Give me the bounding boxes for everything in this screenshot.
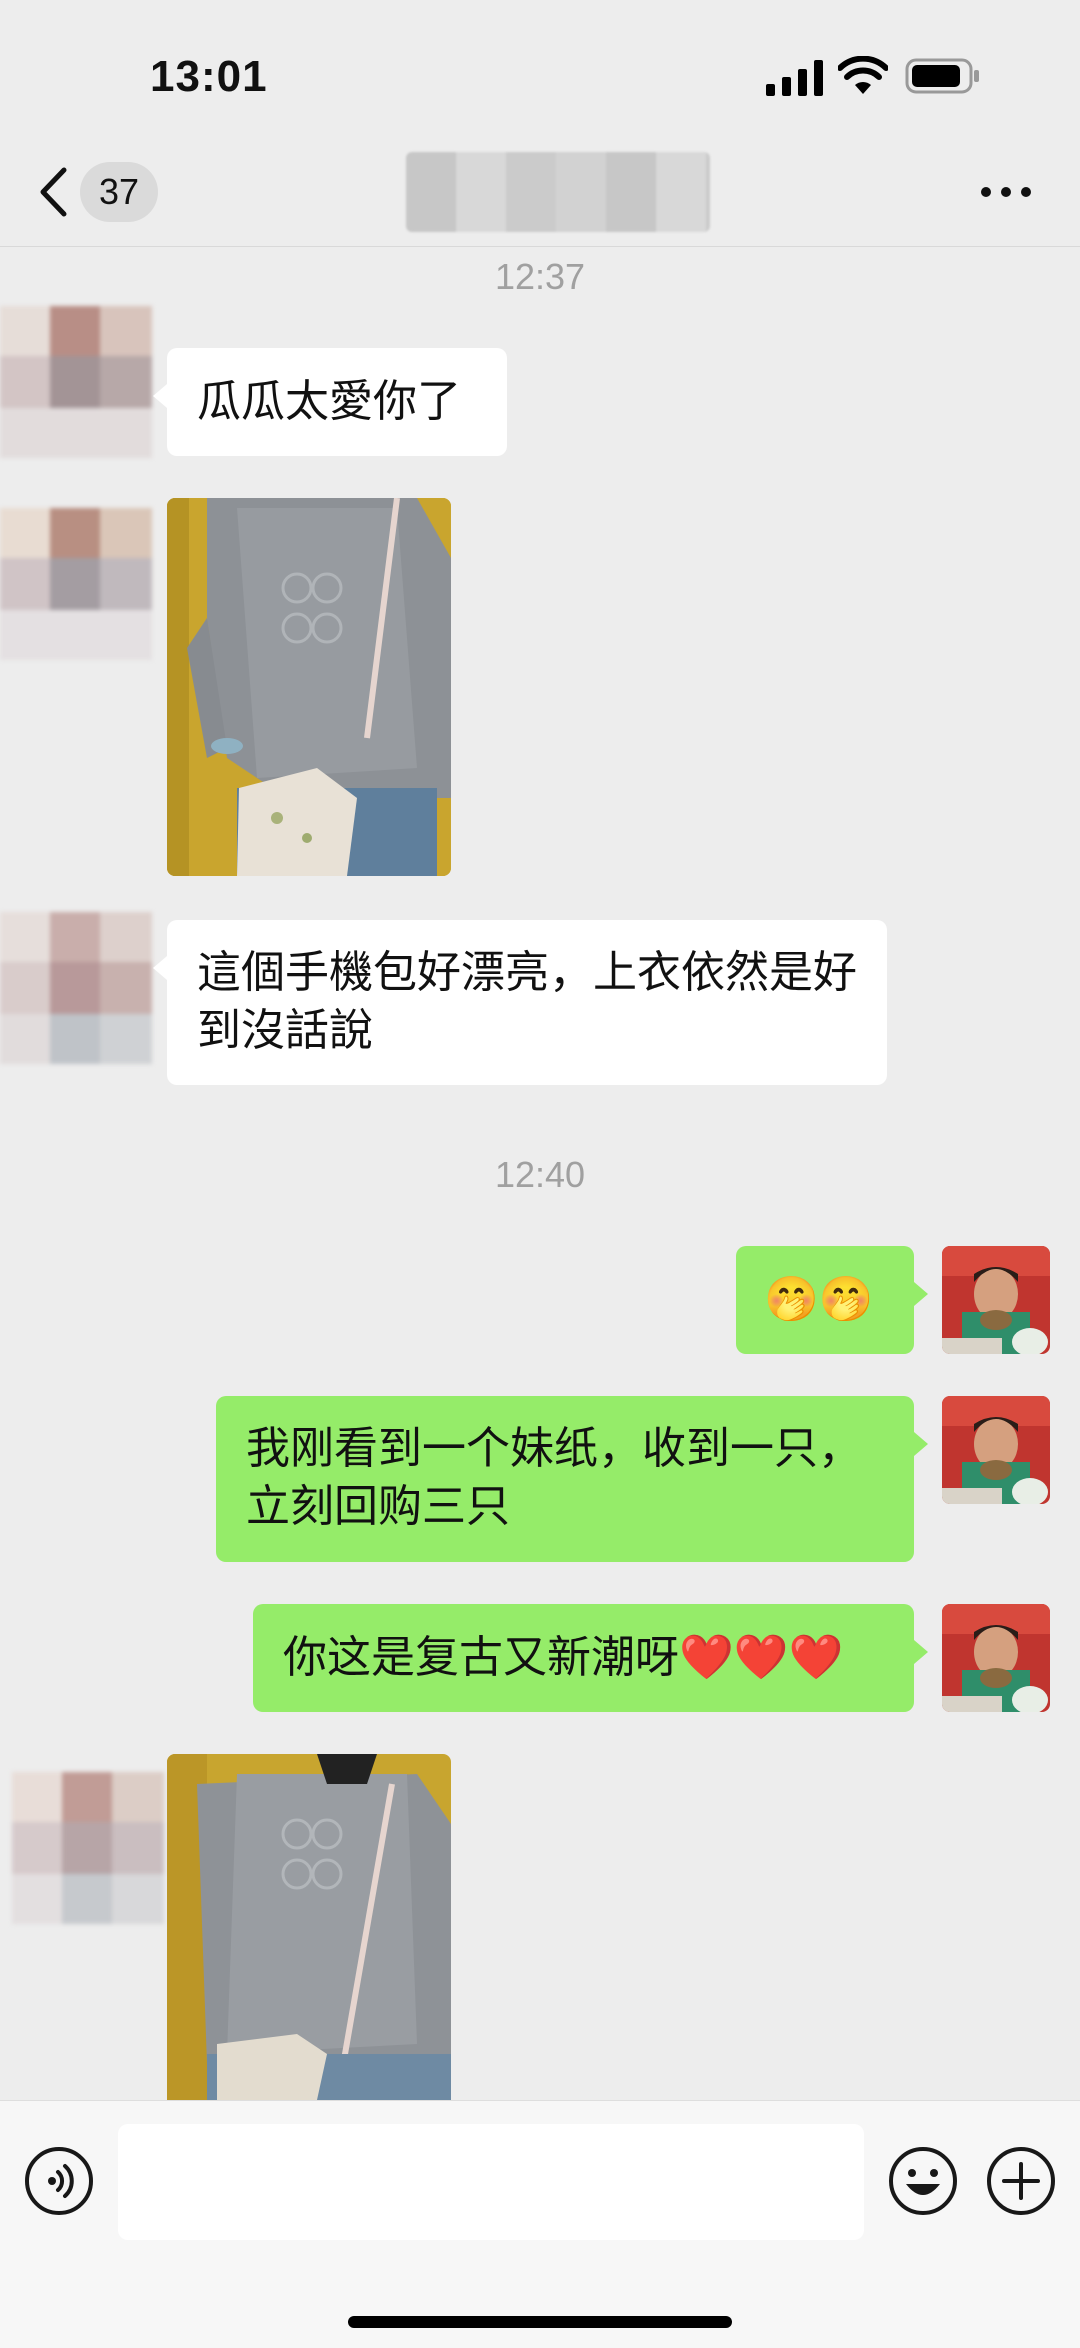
home-indicator [348,2316,732,2328]
message-bubble-outgoing[interactable]: 我刚看到一个妹纸，收到一只，立刻回购三只 [216,1396,928,1562]
message-bubble-outgoing[interactable]: 你这是复古又新潮呀❤️❤️❤️ [253,1604,928,1712]
message-text: 你这是复古又新潮呀❤️❤️❤️ [283,1632,844,1683]
voice-input-icon[interactable] [24,2146,94,2216]
add-attachment-icon[interactable] [986,2146,1056,2216]
message-bubble-outgoing[interactable]: 🤭🤭 [736,1246,928,1354]
chat-title-redacted [406,152,710,232]
outfit-photo-image [167,1754,451,2100]
message-bubble-incoming[interactable]: 這個手機包好漂亮，上衣依然是好到沒話說 [153,920,887,1085]
outfit-photo-image [167,498,451,876]
photo-message-outfit[interactable] [167,1754,451,2100]
message-text: 瓜瓜太愛你了 [197,376,461,427]
message-text: 這個手機包好漂亮，上衣依然是好到沒話說 [197,947,857,1056]
contact-avatar-redacted[interactable] [0,306,152,458]
cellular-signal-icon [766,60,823,96]
more-options-icon[interactable] [978,180,1034,204]
message-bubble-incoming[interactable]: 瓜瓜太愛你了 [153,348,507,456]
my-avatar[interactable] [942,1396,1050,1504]
message-text: 我刚看到一个妹纸，收到一只，立刻回购三只 [246,1423,862,1532]
contact-avatar-redacted[interactable] [0,508,152,660]
message-text: 🤭🤭 [764,1274,874,1325]
battery-icon [905,58,979,94]
message-input[interactable] [118,2124,864,2240]
my-avatar[interactable] [942,1604,1050,1712]
timestamp: 12:40 [494,1154,586,1195]
back-chevron-icon[interactable] [38,166,68,218]
timestamp: 12:37 [494,256,586,297]
photo-message-outfit[interactable] [167,498,451,876]
contact-avatar-redacted[interactable] [0,912,152,1064]
unread-count-badge[interactable]: 37 [80,162,158,222]
contact-avatar-redacted[interactable] [12,1772,164,1924]
my-avatar[interactable] [942,1246,1050,1354]
wifi-icon [838,56,888,94]
status-bar: 13:01 [0,0,1080,150]
status-time: 13:01 [150,52,268,101]
emoji-icon[interactable] [888,2146,958,2216]
